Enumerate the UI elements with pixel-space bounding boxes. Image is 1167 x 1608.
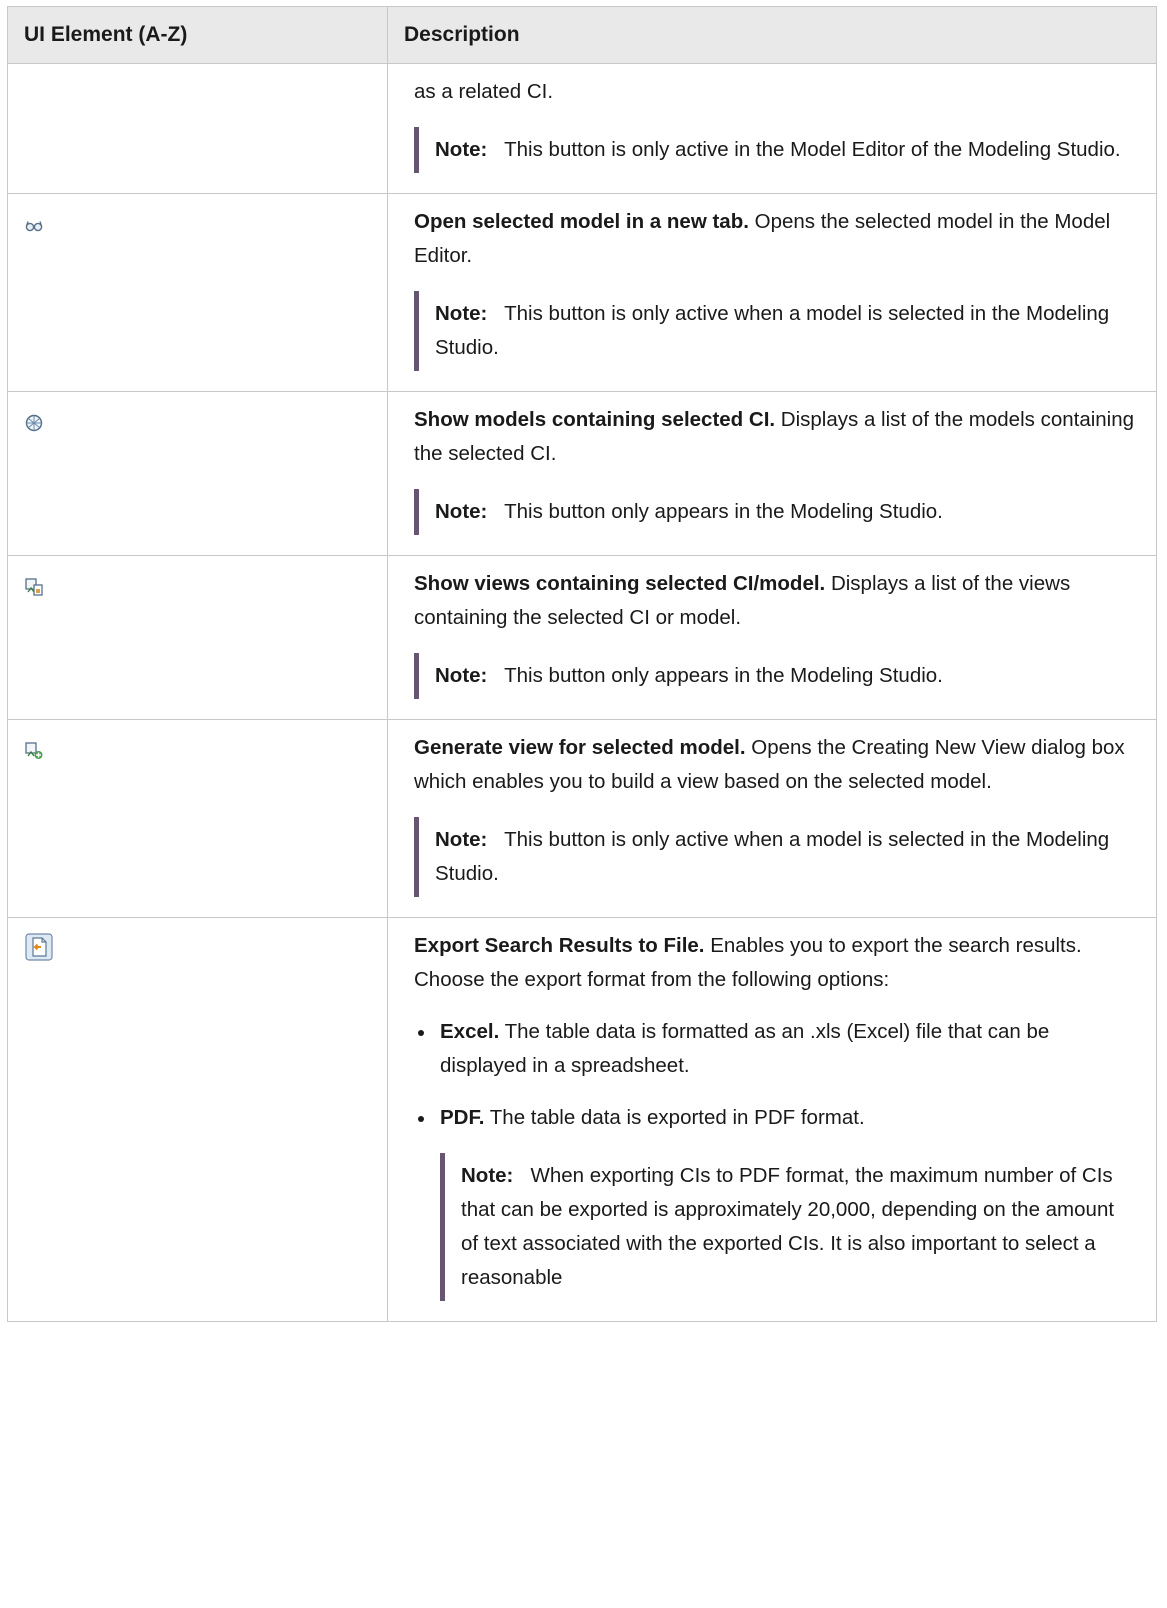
ui-element-cell [7, 193, 388, 392]
ui-element-cell [7, 917, 388, 1322]
note-block: Note: When exporting CIs to PDF format, … [440, 1153, 1140, 1301]
ui-element-cell [7, 63, 388, 194]
option-text: The table data is formatted as an .xls (… [440, 1020, 1050, 1077]
ui-element-cell [7, 555, 388, 720]
column-header-description: Description [387, 6, 1157, 64]
element-title: Open selected model in a new tab. [414, 210, 749, 233]
open-model-in-new-tab-icon [24, 212, 44, 232]
table-row: Generate view for selected model. Opens … [7, 719, 1157, 918]
description-cell: Show views containing selected CI/model.… [387, 555, 1157, 720]
table-row: Export Search Results to File. Enables y… [7, 917, 1157, 1322]
description-cell: Show models containing selected CI. Disp… [387, 391, 1157, 556]
note-text: This button only appears in the Modeling… [504, 664, 943, 687]
description-text: as a related CI. [414, 80, 554, 103]
description-cell: Generate view for selected model. Opens … [387, 719, 1157, 918]
element-title: Show models containing selected CI. [414, 408, 776, 431]
note-text: This button only appears in the Modeling… [504, 500, 943, 523]
note-block: Note: This button only appears in the Mo… [414, 489, 1140, 535]
list-item: PDF. The table data is exported in PDF f… [414, 1101, 1140, 1135]
element-title: Export Search Results to File. [414, 934, 705, 957]
option-label: PDF. [440, 1106, 485, 1129]
list-item: Excel. The table data is formatted as an… [414, 1015, 1140, 1083]
note-block: Note: This button is only active when a … [414, 291, 1140, 371]
option-text: The table data is exported in PDF format… [489, 1106, 865, 1129]
note-block: Note: This button is only active in the … [414, 127, 1140, 173]
note-label: Note: [435, 138, 488, 161]
element-title: Show views containing selected CI/model. [414, 572, 826, 595]
ui-element-cell [7, 719, 388, 918]
note-block: Note: This button only appears in the Mo… [414, 653, 1140, 699]
description-cell: Export Search Results to File. Enables y… [387, 917, 1157, 1322]
note-text: When exporting CIs to PDF format, the ma… [461, 1164, 1115, 1289]
show-views-containing-ci-icon [24, 574, 44, 596]
note-label: Note: [435, 828, 488, 851]
note-label: Note: [435, 664, 488, 687]
option-label: Excel. [440, 1020, 500, 1043]
note-label: Note: [435, 500, 488, 523]
note-label: Note: [435, 302, 488, 325]
note-label: Note: [461, 1164, 514, 1187]
description-cell: as a related CI. Note: This button is on… [387, 63, 1157, 194]
note-block: Note: This button is only active when a … [414, 817, 1140, 897]
note-text: This button is only active in the Model … [504, 138, 1121, 161]
table-row: Show models containing selected CI. Disp… [7, 391, 1157, 556]
export-to-file-icon [24, 932, 54, 962]
table-header-row: UI Element (A-Z) Description [7, 6, 1157, 64]
table-row: Show views containing selected CI/model.… [7, 555, 1157, 720]
element-title: Generate view for selected model. [414, 736, 746, 759]
column-header-ui-element: UI Element (A-Z) [7, 6, 388, 64]
note-text: This button is only active when a model … [435, 828, 1110, 885]
table-row: as a related CI. Note: This button is on… [7, 63, 1157, 194]
show-models-containing-ci-icon [24, 410, 44, 432]
ui-elements-table: UI Element (A-Z) Description as a relate… [7, 6, 1157, 1322]
table-row: Open selected model in a new tab. Opens … [7, 193, 1157, 392]
export-options-list: Excel. The table data is formatted as an… [414, 1015, 1140, 1135]
description-cell: Open selected model in a new tab. Opens … [387, 193, 1157, 392]
ui-element-cell [7, 391, 388, 556]
generate-view-icon [24, 738, 44, 759]
note-text: This button is only active when a model … [435, 302, 1110, 359]
